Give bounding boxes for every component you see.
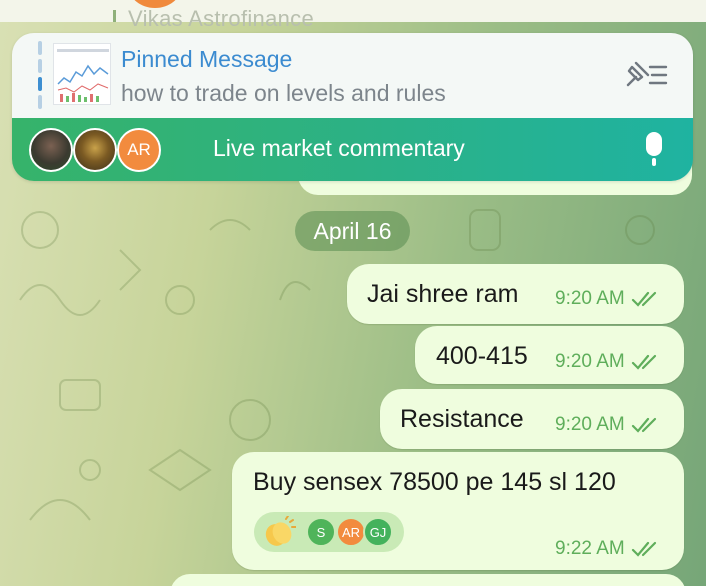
message-bubble[interactable]: 400-415 9:20 AM — [415, 326, 684, 384]
pinned-title: Pinned Message — [121, 46, 293, 72]
date-separator: April 16 — [295, 211, 410, 251]
next-message-bubble[interactable] — [170, 574, 686, 586]
avatar: S — [306, 517, 336, 547]
avatar: GJ — [363, 517, 393, 547]
pinned-subtitle: how to trade on levels and rules — [121, 80, 446, 106]
message-meta: 9:22 AM — [555, 538, 659, 560]
pinned-message-row[interactable]: Pinned Message how to trade on levels an… — [12, 33, 693, 118]
message-text: 400-415 — [436, 342, 528, 370]
message-bubble[interactable]: Buy sensex 78500 pe 145 sl 120 S AR GJ 9… — [232, 452, 684, 570]
chart-thumbnail — [53, 43, 111, 105]
avatar: AR — [117, 128, 161, 172]
live-commentary-bar[interactable]: AR Live market commentary — [12, 118, 693, 181]
previous-header-peek: Vikas Astrofinance — [0, 0, 706, 31]
avatar — [29, 128, 73, 172]
avatar — [73, 128, 117, 172]
message-meta: 9:20 AM — [555, 414, 659, 436]
reply-bar — [113, 10, 116, 22]
pinned-message-card: Pinned Message how to trade on levels an… — [12, 33, 693, 181]
double-check-icon — [631, 291, 656, 307]
message-time: 9:20 AM — [555, 288, 625, 309]
participant-avatars: AR — [29, 128, 161, 172]
microphone-icon[interactable] — [642, 132, 666, 168]
message-time: 9:20 AM — [555, 414, 625, 435]
double-check-icon — [631, 541, 656, 557]
message-text: Buy sensex 78500 pe 145 sl 120 — [253, 468, 616, 496]
live-commentary-label: Live market commentary — [213, 135, 465, 161]
message-time: 9:22 AM — [555, 538, 625, 559]
avatar: AR — [336, 517, 366, 547]
pin-position-indicator — [38, 41, 42, 113]
double-check-icon — [631, 417, 656, 433]
double-check-icon — [631, 354, 656, 370]
message-meta: 9:20 AM — [555, 288, 659, 310]
message-bubble[interactable]: Resistance 9:20 AM — [380, 389, 684, 449]
message-text: Resistance — [400, 405, 524, 433]
message-time: 9:20 AM — [555, 351, 625, 372]
message-bubble[interactable]: Jai shree ram 9:20 AM — [347, 264, 684, 324]
clapping-hands-icon — [265, 516, 296, 546]
reaction-chip[interactable]: S AR GJ — [254, 512, 404, 552]
message-meta: 9:20 AM — [555, 351, 659, 373]
channel-name-peek: Vikas Astrofinance — [128, 6, 314, 31]
pinned-list-icon[interactable] — [622, 59, 670, 91]
message-text: Jai shree ram — [367, 280, 519, 308]
